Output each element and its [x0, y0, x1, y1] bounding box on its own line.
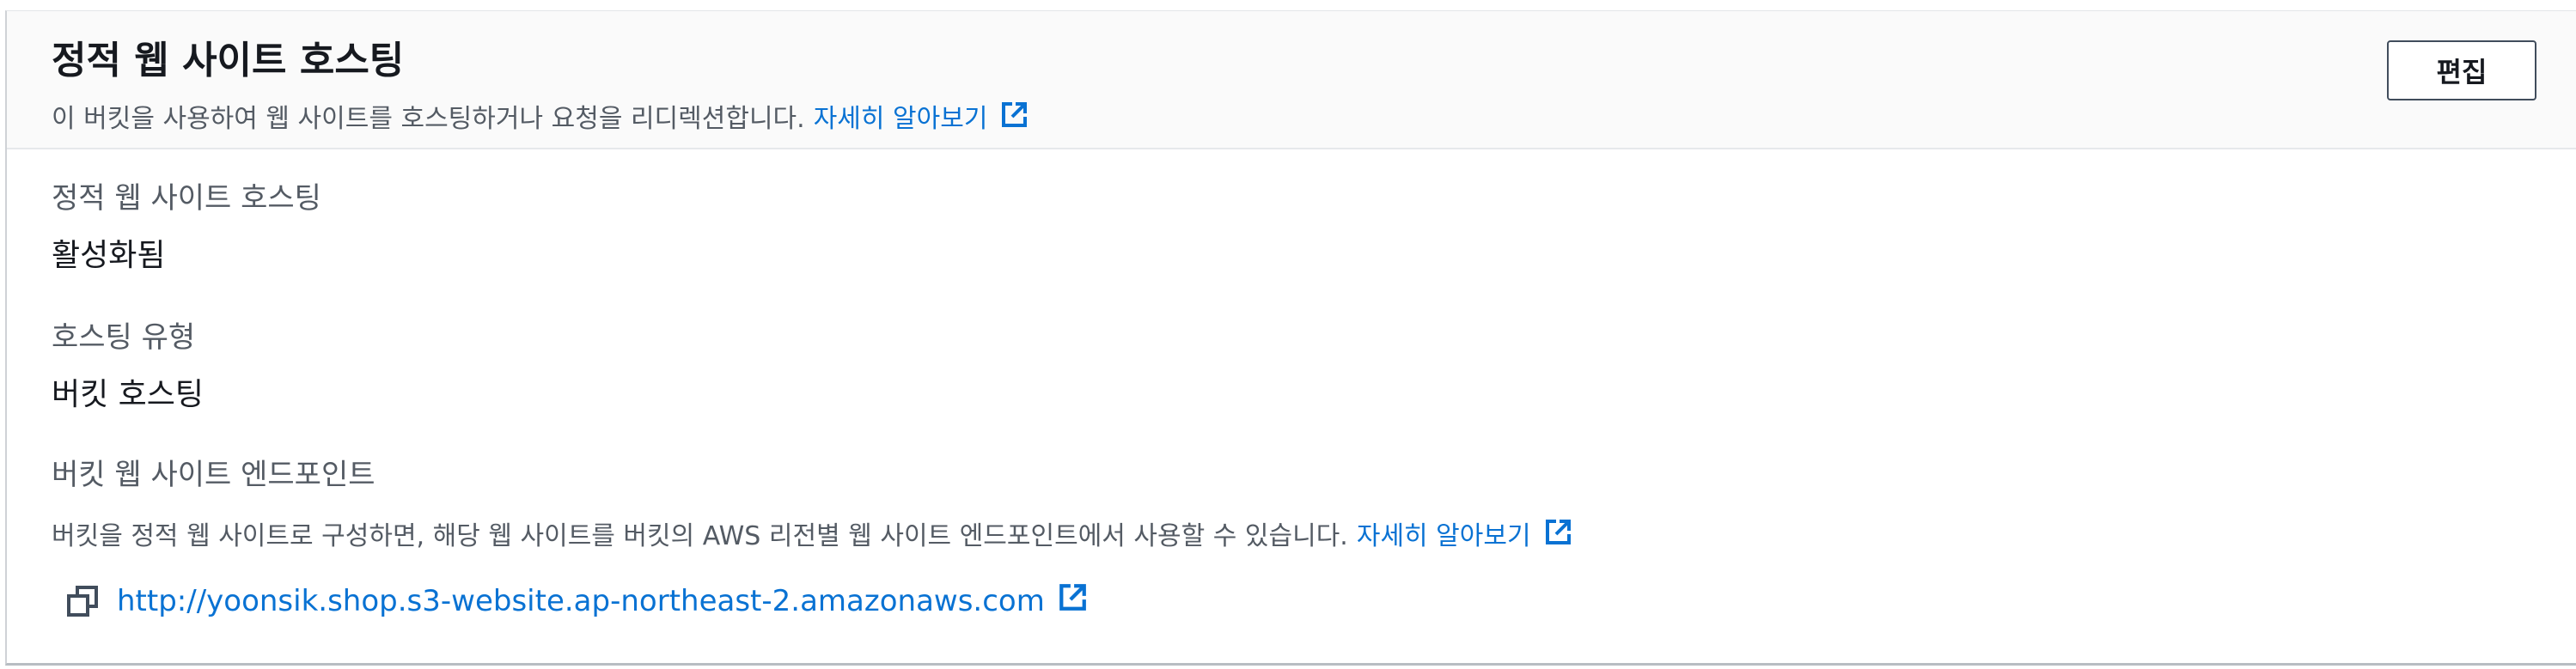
- learn-more-link[interactable]: 자세히 알아보기: [814, 100, 1029, 138]
- endpoint-label: 버킷 웹 사이트 엔드포인트: [52, 458, 375, 492]
- hosting-label: 정적 웹 사이트 호스팅: [52, 181, 321, 216]
- external-link-icon: [1057, 582, 1088, 621]
- edit-button[interactable]: 편집: [2387, 40, 2536, 100]
- top-strip: [0, 0, 2576, 10]
- panel-description: 이 버킷을 사용하여 웹 사이트를 호스팅하거나 요청을 리디렉션합니다. 자세…: [52, 100, 1029, 138]
- hosting-type-value: 버킷 호스팅: [52, 377, 204, 412]
- endpoint-description: 버킷을 정적 웹 사이트로 구성하면, 해당 웹 사이트를 버킷의 AWS 리전…: [52, 518, 1572, 556]
- endpoint-description-text: 버킷을 정적 웹 사이트로 구성하면, 해당 웹 사이트를 버킷의 AWS 리전…: [52, 521, 1348, 551]
- hosting-type-label: 호스팅 유형: [52, 320, 196, 355]
- panel-header: 정적 웹 사이트 호스팅 이 버킷을 사용하여 웹 사이트를 호스팅하거나 요청…: [7, 11, 2576, 149]
- external-link-icon: [1543, 518, 1572, 556]
- endpoint-learn-more-label: 자세히 알아보기: [1356, 521, 1531, 551]
- panel-title: 정적 웹 사이트 호스팅: [52, 39, 405, 82]
- page: 정적 웹 사이트 호스팅 이 버킷을 사용하여 웹 사이트를 호스팅하거나 요청…: [0, 0, 2576, 669]
- external-link-icon: [999, 100, 1029, 138]
- copy-icon[interactable]: [64, 582, 101, 620]
- static-website-hosting-panel: 정적 웹 사이트 호스팅 이 버킷을 사용하여 웹 사이트를 호스팅하거나 요청…: [5, 10, 2576, 666]
- endpoint-learn-more-link[interactable]: 자세히 알아보기: [1357, 518, 1572, 556]
- endpoint-row: http://yoonsik.shop.s3-website.ap-northe…: [64, 580, 1088, 623]
- learn-more-label: 자세히 알아보기: [813, 104, 988, 134]
- endpoint-url-link[interactable]: http://yoonsik.shop.s3-website.ap-northe…: [117, 582, 1088, 621]
- endpoint-url: http://yoonsik.shop.s3-website.ap-northe…: [117, 584, 1045, 618]
- hosting-value: 활성화됨: [52, 238, 166, 273]
- panel-description-text: 이 버킷을 사용하여 웹 사이트를 호스팅하거나 요청을 리디렉션합니다.: [52, 104, 805, 134]
